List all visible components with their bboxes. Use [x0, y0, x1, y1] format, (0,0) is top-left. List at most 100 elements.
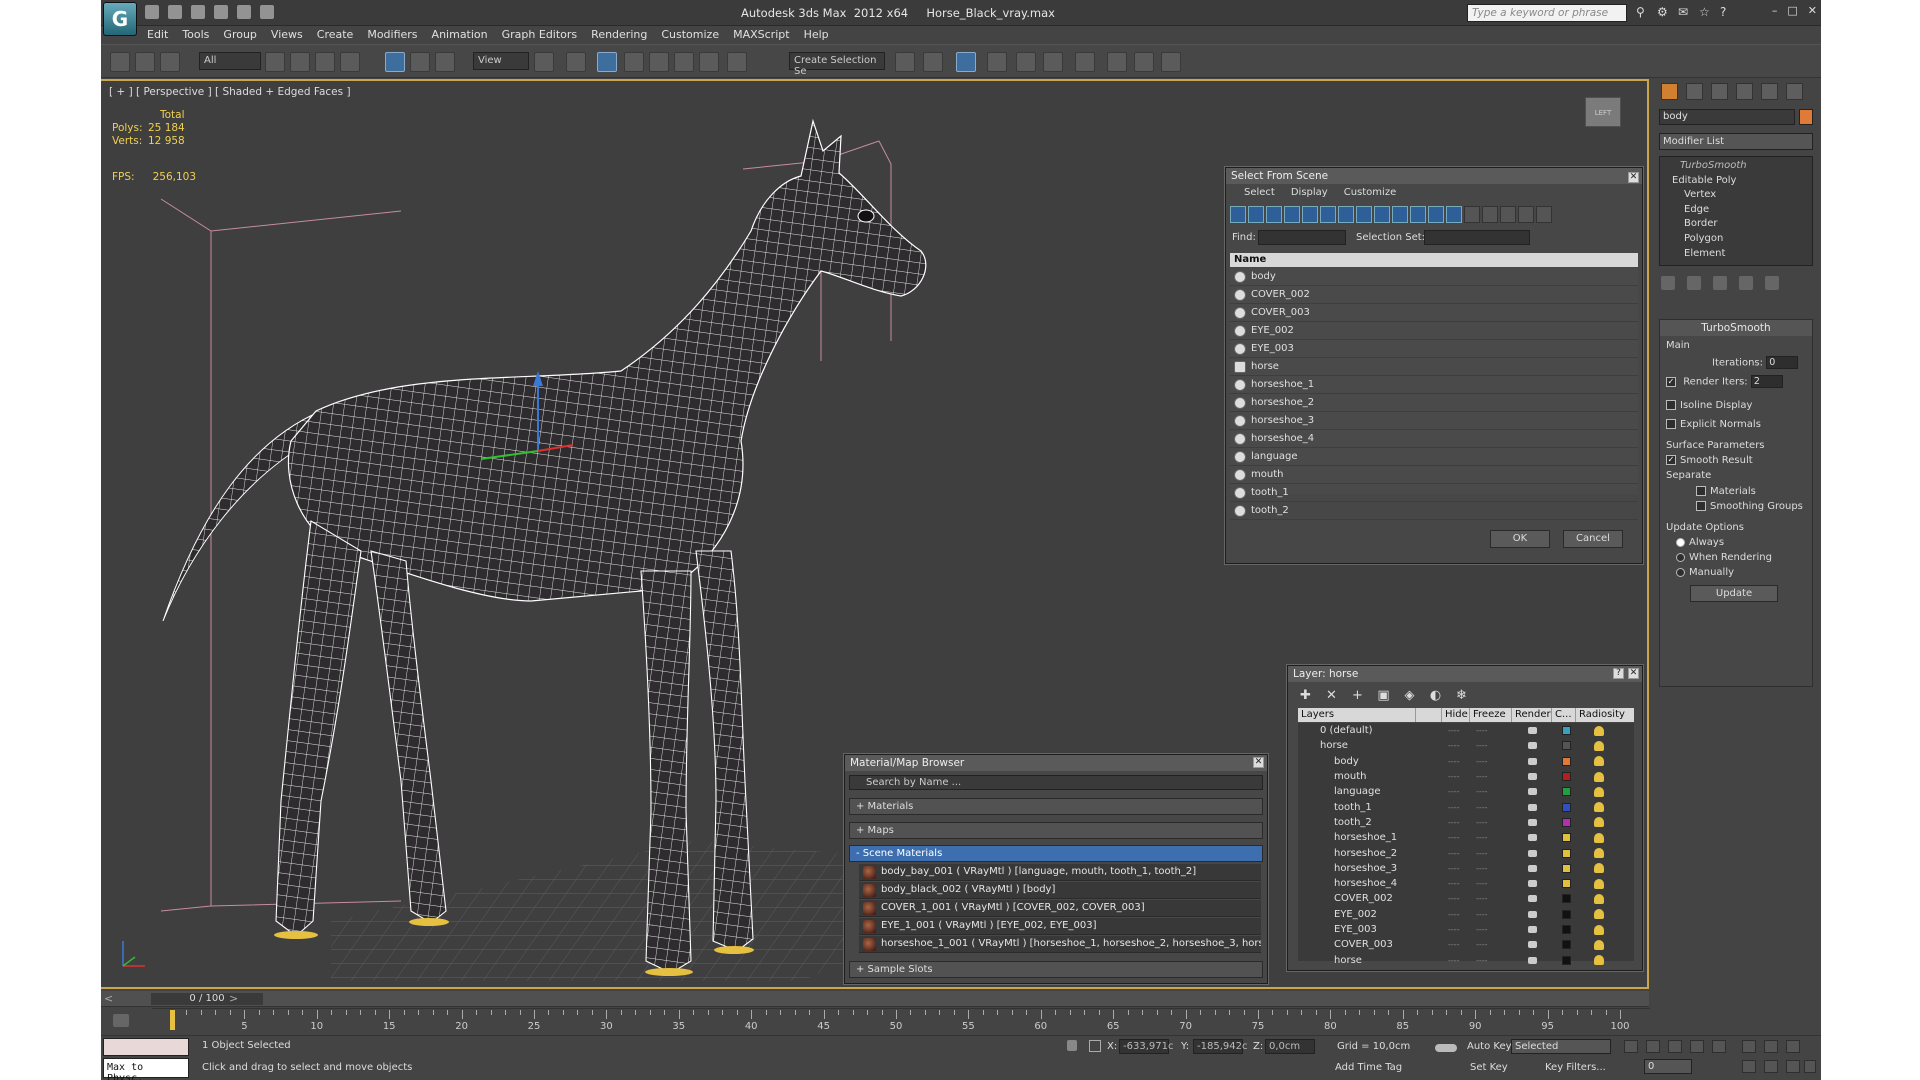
freeze-all-layers-icon[interactable]: ❄	[1454, 688, 1469, 703]
layer-color-swatch[interactable]	[1562, 955, 1571, 965]
render-teapot-icon[interactable]	[1528, 727, 1537, 735]
link-icon[interactable]	[110, 52, 130, 72]
display-hidden-icon[interactable]	[1428, 206, 1444, 223]
select-scale-icon[interactable]	[435, 52, 455, 72]
layer-row[interactable]: body ---- ----	[1298, 754, 1634, 769]
selection-filter-dropdown[interactable]: All	[199, 52, 261, 70]
menu-help[interactable]: Help	[804, 28, 829, 41]
freeze-toggle[interactable]: ----	[1476, 757, 1488, 766]
previous-frame-icon[interactable]	[1646, 1040, 1660, 1053]
orbit-icon[interactable]	[1786, 1060, 1800, 1073]
list-item[interactable]: tooth_1	[1230, 484, 1638, 502]
iterations-spinner[interactable]: 0	[1766, 356, 1799, 369]
list-item[interactable]: horseshoe_4	[1230, 430, 1638, 448]
layer-row[interactable]: horseshoe_3 ---- ----	[1298, 861, 1634, 876]
select-move-icon[interactable]	[385, 52, 405, 72]
display-spacewarps-icon[interactable]	[1320, 206, 1336, 223]
spinner-snap-icon[interactable]	[699, 52, 719, 72]
stack-sub-element[interactable]: Element	[1666, 247, 1806, 262]
layer-row[interactable]: mouth ---- ----	[1298, 769, 1634, 784]
separate-smoothing-groups-checkbox[interactable]	[1696, 501, 1706, 511]
list-item[interactable]: EYE_003	[1230, 340, 1638, 358]
radiosity-icon[interactable]	[1594, 756, 1604, 767]
render-teapot-icon[interactable]	[1528, 941, 1537, 949]
layer-color-swatch[interactable]	[1562, 848, 1571, 858]
render-teapot-icon[interactable]	[1528, 803, 1537, 811]
render-teapot-icon[interactable]	[1528, 895, 1537, 903]
render-teapot-icon[interactable]	[1528, 757, 1537, 765]
stack-sub-polygon[interactable]: Polygon	[1666, 232, 1806, 247]
select-from-scene-title[interactable]: Select From Scene	[1226, 168, 1642, 184]
freeze-toggle[interactable]: ----	[1476, 741, 1488, 750]
show-end-result-icon[interactable]	[1687, 276, 1701, 290]
freeze-toggle[interactable]: ----	[1476, 910, 1488, 919]
manually-radio[interactable]	[1676, 567, 1685, 577]
render-production-icon[interactable]	[1161, 52, 1181, 72]
list-item[interactable]: language	[1230, 448, 1638, 466]
time-slider-frame[interactable]: 0 / 100	[151, 993, 263, 1005]
layer-row[interactable]: language ---- ----	[1298, 784, 1634, 799]
list-item[interactable]: horseshoe_2	[1230, 394, 1638, 412]
percent-snap-icon[interactable]	[674, 52, 694, 72]
hide-column[interactable]: Hide	[1442, 708, 1470, 722]
keyboard-shortcut-override-icon[interactable]	[597, 52, 617, 72]
display-shapes-icon[interactable]	[1248, 206, 1264, 223]
scene-materials-section[interactable]: - Scene Materials	[849, 845, 1263, 862]
hide-toggle[interactable]: ----	[1448, 757, 1460, 766]
render-teapot-icon[interactable]	[1528, 773, 1537, 781]
menu-tools[interactable]: Tools	[182, 28, 209, 41]
close-icon[interactable]: ✕	[1628, 172, 1639, 183]
hide-toggle[interactable]: ----	[1448, 864, 1460, 873]
render-teapot-icon[interactable]	[1528, 880, 1537, 888]
modify-tab-icon[interactable]	[1686, 83, 1703, 100]
material-row[interactable]: body_black_002 ( VRayMtl ) [body]	[859, 882, 1261, 899]
material-row[interactable]: horseshoe_1_001 ( VRayMtl ) [horseshoe_1…	[859, 936, 1261, 953]
menu-animation[interactable]: Animation	[432, 28, 488, 41]
hide-toggle[interactable]: ----	[1448, 818, 1460, 827]
menu-views[interactable]: Views	[271, 28, 303, 41]
maps-section[interactable]: + Maps	[849, 822, 1263, 839]
absolute-mode-icon[interactable]	[1089, 1040, 1101, 1052]
current-time-marker[interactable]	[170, 1010, 175, 1030]
window-crossing-icon[interactable]	[340, 52, 360, 72]
display-frozen-icon[interactable]	[1410, 206, 1426, 223]
render-iters-spinner[interactable]: 2	[1750, 375, 1783, 388]
layer-color-swatch[interactable]	[1562, 787, 1571, 797]
list-item[interactable]: horseshoe_1	[1230, 376, 1638, 394]
stack-sub-edge[interactable]: Edge	[1666, 203, 1806, 218]
radiosity-icon[interactable]	[1594, 939, 1604, 950]
schematic-view-icon[interactable]	[1043, 52, 1063, 72]
stack-item-turbosmooth[interactable]: TurboSmooth	[1666, 159, 1806, 174]
layer-color-swatch[interactable]	[1562, 772, 1571, 782]
undo-icon[interactable]	[214, 5, 228, 19]
radiosity-icon[interactable]	[1594, 832, 1604, 843]
separate-materials-checkbox[interactable]	[1696, 486, 1706, 496]
align-icon[interactable]	[923, 52, 943, 72]
layers-column[interactable]: Layers	[1298, 708, 1416, 722]
radiosity-icon[interactable]	[1594, 802, 1604, 813]
render-teapot-icon[interactable]	[1528, 910, 1537, 918]
go-to-start-icon[interactable]	[1624, 1040, 1638, 1053]
unlink-icon[interactable]	[135, 52, 155, 72]
radiosity-icon[interactable]	[1594, 878, 1604, 889]
layer-color-swatch[interactable]	[1562, 833, 1571, 843]
materials-section[interactable]: + Materials	[849, 798, 1263, 815]
named-selection-set-dropdown[interactable]: Create Selection Se	[789, 52, 885, 77]
layer-color-swatch[interactable]	[1562, 940, 1571, 950]
perspective-viewport[interactable]: [ + ] [ Perspective ] [ Shaded + Edged F…	[101, 79, 1649, 989]
layer-row[interactable]: horse ---- ----	[1298, 952, 1634, 967]
display-all-icon[interactable]	[1446, 206, 1462, 223]
key-filters-button[interactable]: Key Filters...	[1545, 1062, 1606, 1073]
display-cameras-icon[interactable]	[1284, 206, 1300, 223]
track-bar[interactable]: 5 10 15 20 25 30 35 40 45 50 55 60 65 70 75 80 85 90 95 100	[101, 1008, 1821, 1035]
project-folder-icon[interactable]	[260, 5, 274, 19]
display-helpers-icon[interactable]	[1302, 206, 1318, 223]
freeze-toggle[interactable]: ----	[1476, 956, 1488, 965]
display-xrefs-icon[interactable]	[1356, 206, 1372, 223]
auto-key-button[interactable]: Auto Key	[1467, 1041, 1512, 1052]
freeze-toggle[interactable]: ----	[1476, 940, 1488, 949]
hide-toggle[interactable]: ----	[1448, 772, 1460, 781]
render-teapot-icon[interactable]	[1528, 926, 1537, 933]
subscription-icon[interactable]: ⚙	[1657, 5, 1670, 19]
find-input[interactable]	[1258, 230, 1346, 245]
